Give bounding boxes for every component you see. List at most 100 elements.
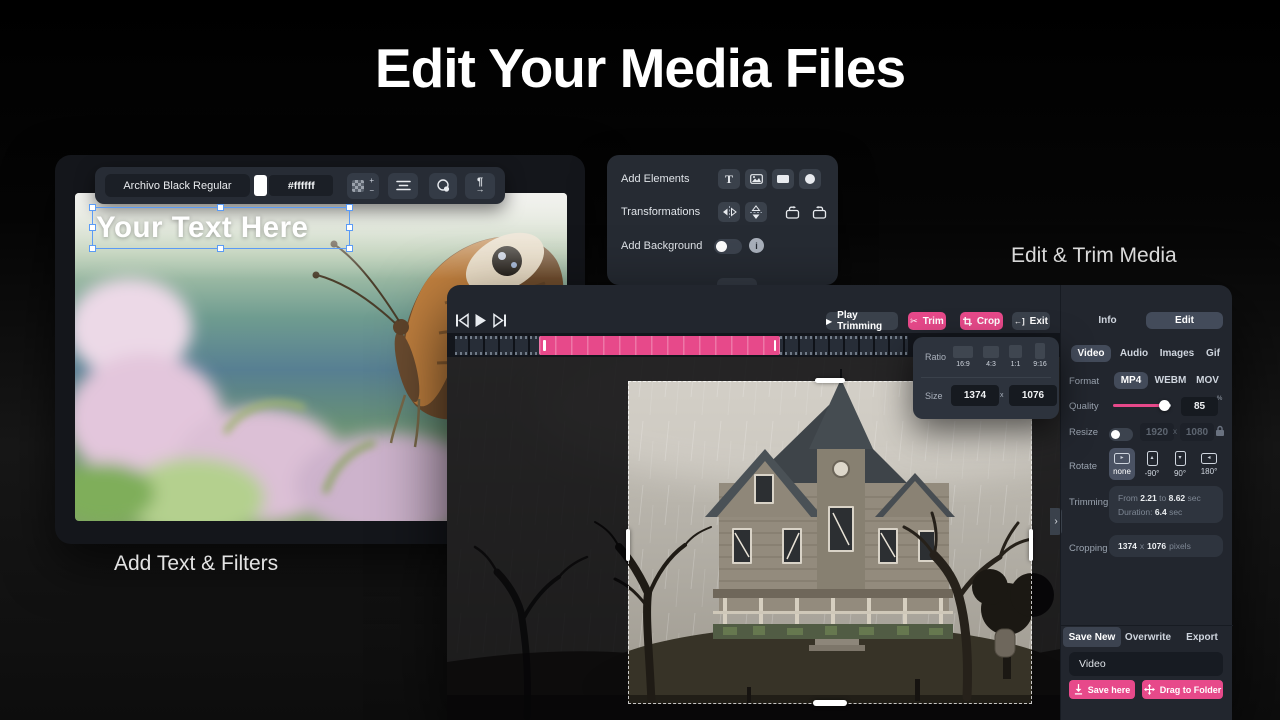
sample-text[interactable]: Your Text Here [96, 211, 308, 245]
trim-button[interactable]: ✂ Trim [908, 312, 946, 330]
trim-end-handle[interactable] [774, 340, 777, 351]
opacity-stepper[interactable]: + − [369, 176, 374, 196]
skip-end-button[interactable] [493, 313, 507, 328]
selected-text-element[interactable]: Your Text Here [92, 207, 350, 249]
selection-handle[interactable] [346, 224, 353, 231]
drag-to-folder-button[interactable]: Drag to Folder [1142, 680, 1223, 699]
crop-handle-right[interactable] [1029, 529, 1033, 561]
info-icon[interactable]: i [749, 238, 764, 253]
rotate-left-button[interactable] [781, 202, 803, 222]
flip-horizontal-button[interactable] [718, 202, 740, 222]
rotate-90-button[interactable]: ▾ 90° [1167, 448, 1193, 480]
align-center-button[interactable] [388, 173, 418, 199]
selection-handle[interactable] [89, 224, 96, 231]
format-mp4[interactable]: MP4 [1114, 372, 1148, 389]
scissors-icon: ✂ [910, 316, 918, 327]
play-button[interactable] [474, 313, 487, 328]
tab-info[interactable]: Info [1069, 312, 1146, 329]
add-text-button[interactable]: T [718, 169, 740, 189]
divider [921, 377, 1051, 378]
ratio-9-16-button[interactable] [1035, 343, 1045, 359]
add-background-label: Add Background [621, 240, 702, 252]
ratio-4-3-button[interactable] [983, 346, 999, 358]
add-rectangle-button[interactable] [772, 169, 794, 189]
move-icon [1144, 684, 1155, 695]
text-direction-button[interactable]: ¶ → [465, 173, 495, 199]
crop-width-input[interactable] [951, 385, 999, 406]
add-image-button[interactable] [745, 169, 767, 189]
selection-handle[interactable] [346, 245, 353, 252]
chevron-right-icon: › [1054, 516, 1057, 527]
crop-dim-left [447, 357, 628, 720]
color-hex-field[interactable]: #ffffff [269, 175, 333, 196]
ratio-label: Ratio [925, 352, 946, 362]
minus-icon[interactable]: − [369, 186, 374, 196]
paragraph-icon: ¶ → [476, 178, 485, 194]
align-center-icon [396, 180, 411, 191]
play-trimming-button[interactable]: ▶ Play Trimming [826, 312, 898, 330]
text-toolbar: Archivo Black Regular #ffffff + − [95, 167, 505, 204]
percent-sign: % [1217, 396, 1222, 402]
font-select[interactable]: Archivo Black Regular [105, 174, 250, 197]
circle-icon [805, 174, 815, 184]
tab-edit[interactable]: Edit [1146, 312, 1223, 329]
ratio-4-3-label: 4:3 [981, 361, 1001, 368]
timeline-filmstrip[interactable] [455, 336, 908, 355]
add-background-toggle[interactable] [714, 239, 742, 254]
media-tab-audio[interactable]: Audio [1115, 345, 1153, 362]
quality-slider[interactable] [1113, 404, 1171, 407]
media-tab-video[interactable]: Video [1071, 345, 1111, 362]
filename-input[interactable] [1069, 652, 1223, 676]
opacity-button[interactable]: + − [347, 173, 379, 199]
selection-handle[interactable] [346, 204, 353, 211]
resize-toggle[interactable] [1109, 428, 1133, 441]
crop-handle-left[interactable] [626, 529, 630, 561]
resize-label: Resize [1069, 427, 1098, 438]
resize-width-input[interactable] [1140, 423, 1174, 441]
ratio-16-9-button[interactable] [953, 346, 973, 358]
rotate-right-button[interactable] [808, 202, 830, 222]
trim-selection[interactable] [539, 336, 780, 355]
cropping-info: 1374 x 1076 pixels [1109, 535, 1223, 557]
crop-handle-bottom[interactable] [813, 700, 847, 706]
resize-height-input[interactable] [1180, 423, 1214, 441]
trim-start-handle[interactable] [543, 340, 546, 351]
format-webm[interactable]: WEBM [1152, 372, 1189, 389]
add-circle-button[interactable] [799, 169, 821, 189]
color-circle-button[interactable] [429, 173, 457, 199]
save-tab-export[interactable]: Export [1179, 627, 1225, 647]
format-mov[interactable]: MOV [1191, 372, 1224, 389]
crop-icon [963, 317, 972, 326]
selection-handle[interactable] [89, 245, 96, 252]
quality-value-input[interactable] [1181, 397, 1218, 416]
elements-panel: Add Elements T Transformations [607, 155, 838, 285]
selection-handle[interactable] [217, 204, 224, 211]
selection-handle[interactable] [217, 245, 224, 252]
rotate-180-button[interactable]: ◂ 180° [1195, 448, 1223, 480]
crop-box[interactable] [628, 381, 1032, 704]
selection-handle[interactable] [89, 204, 96, 211]
flip-vertical-button[interactable] [745, 202, 767, 222]
color-swatch[interactable] [254, 175, 268, 196]
plus-icon[interactable]: + [369, 176, 374, 186]
toggle-knob [1111, 430, 1120, 439]
ratio-1-1-button[interactable] [1009, 345, 1022, 358]
save-tab-overwrite[interactable]: Overwrite [1123, 627, 1173, 647]
crop-height-input[interactable] [1009, 385, 1057, 406]
save-here-button[interactable]: Save here [1069, 680, 1135, 699]
media-tab-gif[interactable]: Gif [1199, 345, 1227, 362]
rotate-none-button[interactable]: ▸ none [1109, 448, 1135, 480]
crop-handle-top[interactable] [815, 378, 845, 383]
crop-button[interactable]: Crop [960, 312, 1003, 330]
transformations-label: Transformations [621, 206, 700, 218]
rotate-minus90-button[interactable]: ▴ -90° [1139, 448, 1165, 480]
media-tab-images[interactable]: Images [1155, 345, 1199, 362]
trimming-info: From 2.21 to 8.62 sec Duration: 6.4 sec [1109, 486, 1223, 523]
exit-button[interactable]: ←] Exit [1012, 312, 1050, 330]
page-title: Edit Your Media Files [0, 36, 1280, 100]
quality-slider-knob[interactable] [1159, 400, 1170, 411]
save-tab-save-new[interactable]: Save New [1063, 627, 1121, 647]
play-icon [474, 313, 487, 328]
skip-start-button[interactable] [455, 313, 469, 328]
ratio-1-1-label: 1:1 [1006, 361, 1025, 368]
